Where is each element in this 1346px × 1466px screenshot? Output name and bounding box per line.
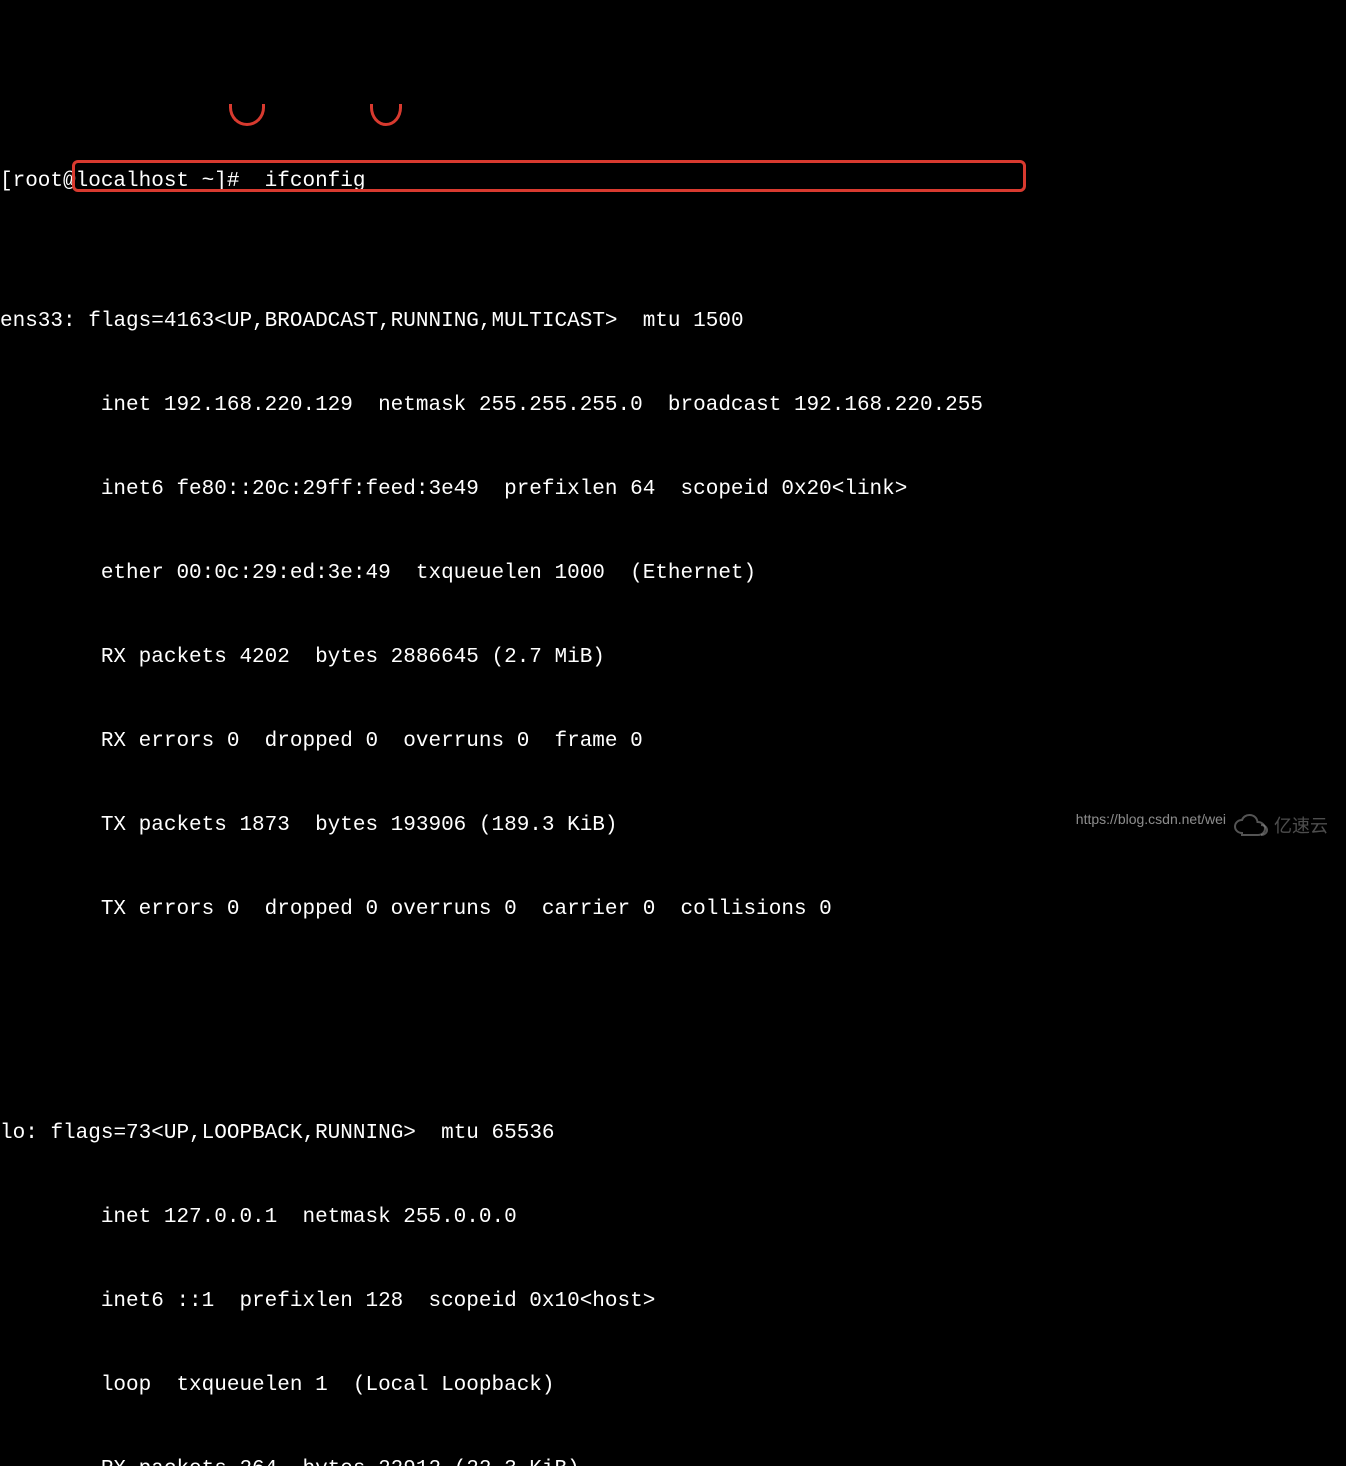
prompt-line: [root@localhost ~]# ifconfig	[0, 168, 1346, 196]
annotation-circle-right	[370, 104, 402, 126]
blank-line	[0, 980, 1346, 1008]
watermark-url: https://blog.csdn.net/wei	[1076, 805, 1226, 833]
cloud-icon	[1232, 814, 1270, 838]
iface-line: RX packets 264 bytes 22912 (22.3 KiB)	[0, 1456, 1346, 1466]
terminal-output[interactable]: [root@localhost ~]# ifconfig ens33: flag…	[0, 112, 1346, 845]
iface-line: RX packets 4202 bytes 2886645 (2.7 MiB)	[0, 644, 1346, 672]
iface-line: RX errors 0 dropped 0 overruns 0 frame 0	[0, 728, 1346, 756]
iface-line: inet6 ::1 prefixlen 128 scopeid 0x10<hos…	[0, 1288, 1346, 1316]
command-text: ifconfig	[265, 170, 366, 193]
iface-line: inet 127.0.0.1 netmask 255.0.0.0	[0, 1204, 1346, 1232]
shell-prompt: [root@localhost ~]#	[0, 170, 252, 193]
watermark-logo: 亿速云	[1232, 811, 1340, 841]
iface-line: inet 192.168.220.129 netmask 255.255.255…	[0, 392, 1346, 420]
iface-header: lo: flags=73<UP,LOOPBACK,RUNNING> mtu 65…	[0, 1120, 1346, 1148]
iface-line: inet6 fe80::20c:29ff:feed:3e49 prefixlen…	[0, 476, 1346, 504]
watermark-brand: 亿速云	[1274, 812, 1328, 840]
iface-line: loop txqueuelen 1 (Local Loopback)	[0, 1372, 1346, 1400]
iface-header: ens33: flags=4163<UP,BROADCAST,RUNNING,M…	[0, 308, 1346, 336]
iface-line: ether 00:0c:29:ed:3e:49 txqueuelen 1000 …	[0, 560, 1346, 588]
annotation-circle-left	[229, 104, 265, 126]
iface-line: TX errors 0 dropped 0 overruns 0 carrier…	[0, 896, 1346, 924]
